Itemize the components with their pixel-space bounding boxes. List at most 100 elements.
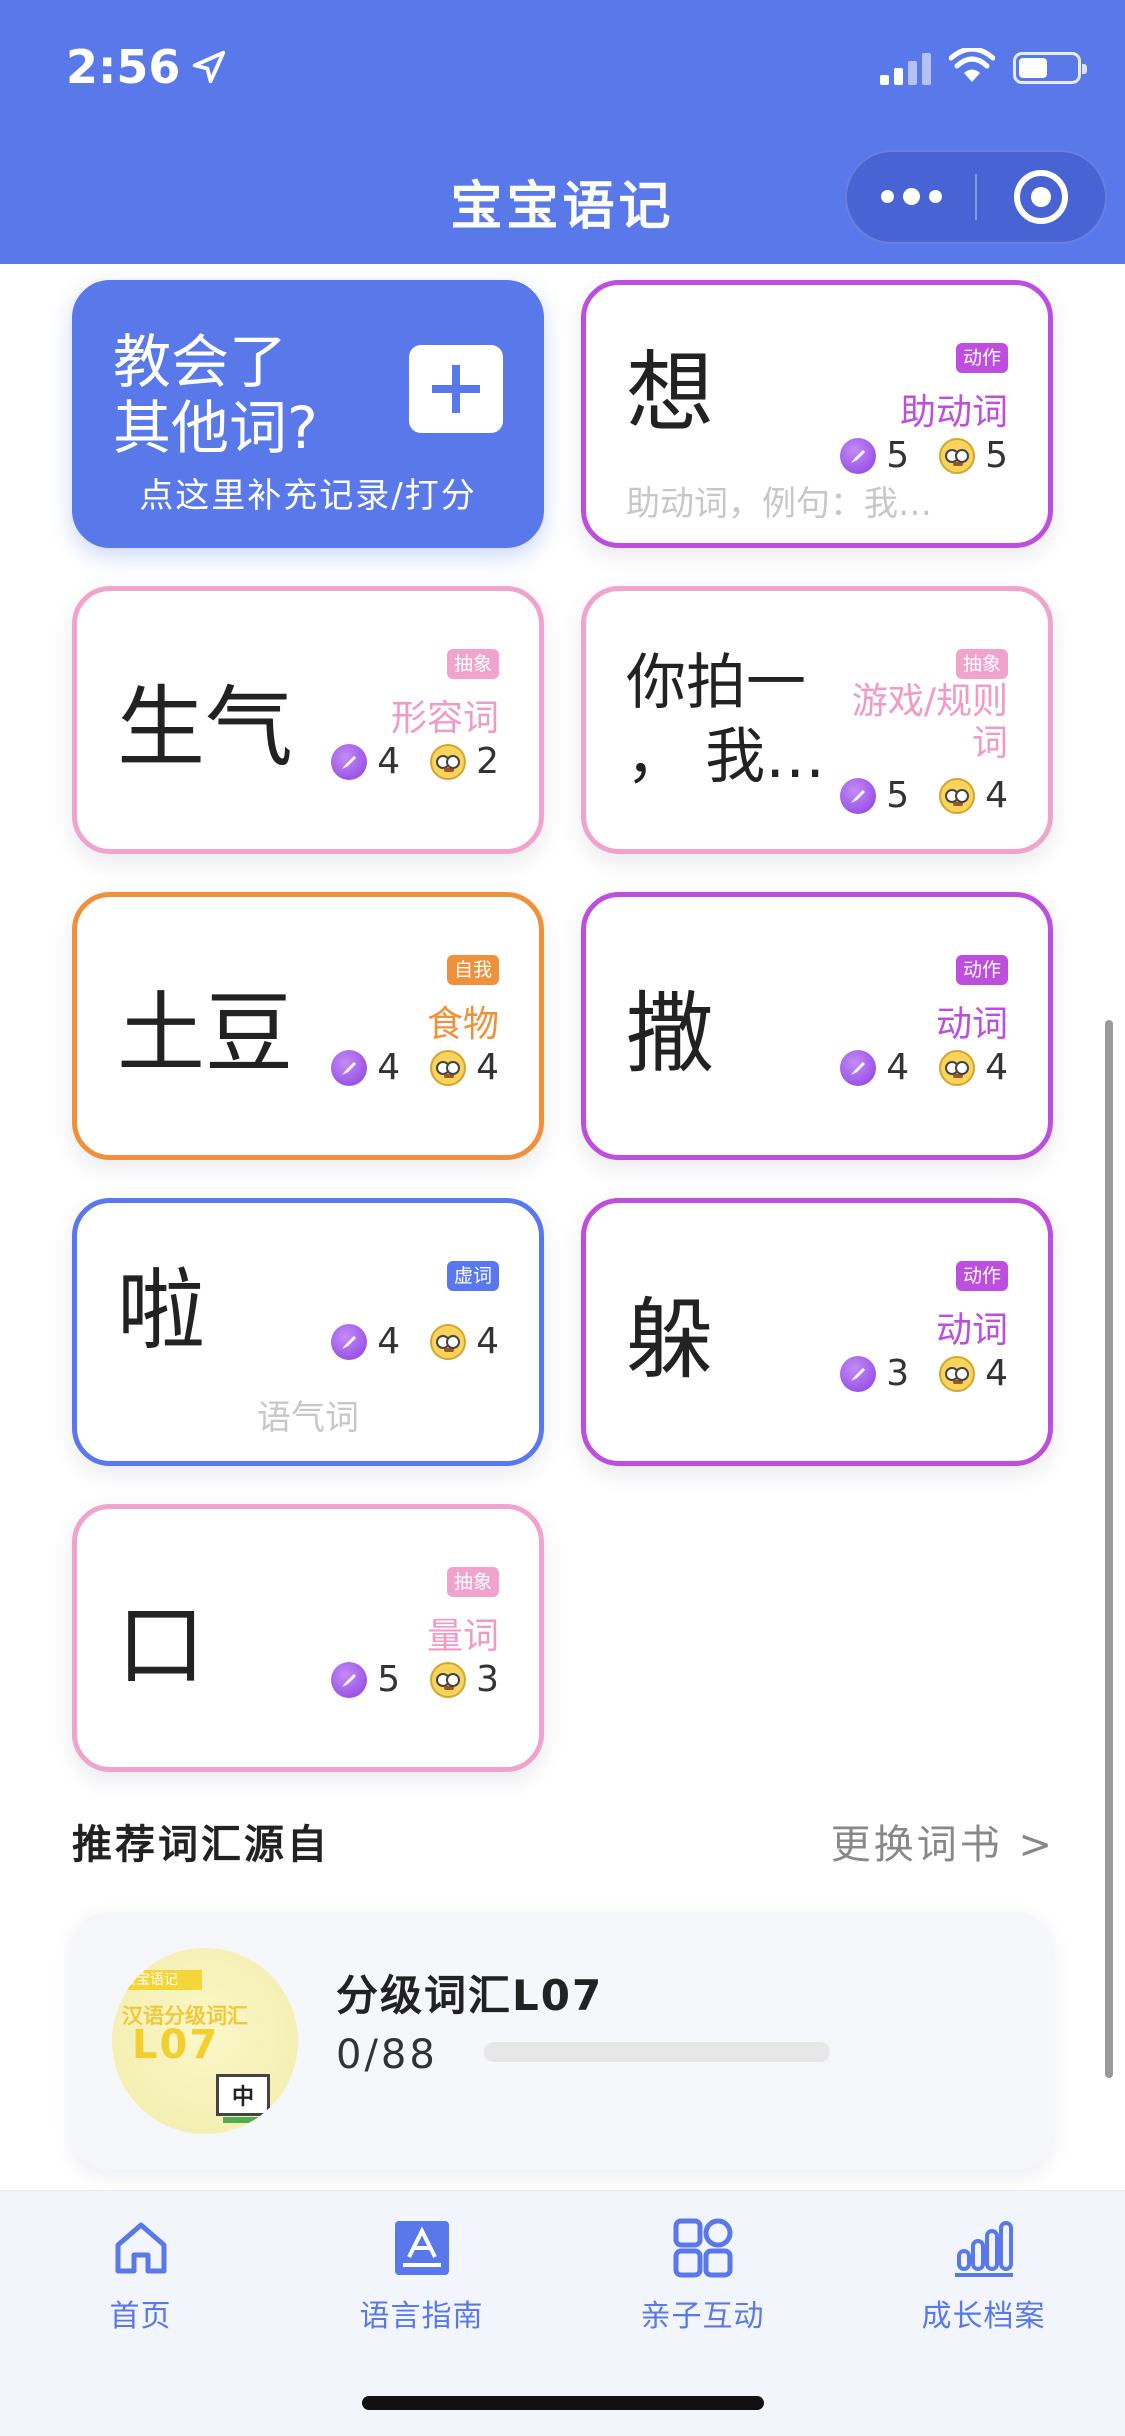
word-text: 躲 (626, 1287, 715, 1391)
pen-icon (840, 777, 877, 814)
word-scores: 4 2 (331, 741, 499, 782)
word-card[interactable]: 啦 虚词 4 4 语气词 (72, 1198, 544, 1466)
battery-icon (1013, 52, 1087, 84)
emoji-face-icon (430, 743, 467, 780)
score-a: 4 (377, 1321, 401, 1362)
emoji-face-icon (939, 1049, 976, 1086)
emoji-face-icon (430, 1323, 467, 1360)
word-text: 口 (117, 1593, 206, 1697)
word-text: 土豆 (117, 981, 294, 1085)
add-word-card[interactable]: 教会了 其他词? 点这里补充记录/打分 (72, 280, 544, 548)
add-card-title: 教会了 其他词? (113, 328, 318, 462)
word-scores: 4 4 (840, 1047, 1008, 1088)
emoji-face-icon (430, 1661, 467, 1698)
location-arrow-icon (193, 50, 226, 84)
category-tag: 抽象 (446, 1567, 499, 1597)
score-b: 4 (985, 1353, 1008, 1394)
score-a: 4 (886, 1047, 910, 1088)
category-tag: 自我 (446, 955, 499, 985)
word-category: 形容词 (390, 698, 499, 739)
pen-icon (331, 743, 368, 780)
word-scores: 4 4 (331, 1047, 499, 1088)
pen-icon (840, 1355, 877, 1392)
score-a: 5 (377, 1659, 401, 1700)
word-scores: 4 4 (331, 1321, 499, 1362)
emoji-face-icon (939, 437, 976, 474)
word-card[interactable]: 口 抽象 量词 5 3 (72, 1504, 544, 1772)
book-name: 分级词汇L07 (336, 1971, 604, 2020)
score-b: 5 (985, 435, 1008, 476)
book-progress-bar (484, 2042, 830, 2062)
scrollbar[interactable] (1105, 1020, 1113, 2078)
status-icons (880, 46, 1087, 88)
more-menu-button[interactable] (847, 187, 975, 205)
score-a: 3 (886, 1353, 910, 1394)
tab-language-guide[interactable]: 语言指南 (281, 2215, 562, 2335)
category-tag: 动作 (955, 955, 1008, 985)
tab-parent-child[interactable]: 亲子互动 (562, 2215, 843, 2335)
wifi-icon (948, 46, 996, 88)
word-note: 语气词 (257, 1398, 359, 1438)
time-text: 2:56 (66, 40, 181, 94)
word-card[interactable]: 想 动作 助动词 5 5 助动词，例句：我… (581, 280, 1053, 548)
category-tag: 虚词 (446, 1261, 499, 1291)
category-tag: 抽象 (446, 649, 499, 679)
app-header: 2:56 宝宝语记 (0, 0, 1125, 264)
word-card[interactable]: 撒 动作 动词 4 4 (581, 892, 1053, 1160)
word-scores: 5 4 (840, 775, 1008, 816)
emoji-face-icon (939, 1355, 976, 1392)
score-a: 5 (886, 775, 910, 816)
word-text: 啦 (117, 1258, 206, 1362)
book-cover-image: 宝宝语记 汉语分级词汇 L07 中 (112, 1948, 298, 2134)
status-time: 2:56 (66, 40, 228, 94)
word-category: 量词 (426, 1616, 499, 1657)
score-b: 4 (985, 1047, 1008, 1088)
tab-label: 亲子互动 (640, 2299, 765, 2334)
word-scores: 3 4 (840, 1353, 1008, 1394)
home-icon (115, 2222, 166, 2274)
signal-icon (880, 51, 931, 85)
book-progress-text: 0/88 (336, 2032, 438, 2078)
emoji-face-icon (430, 1049, 467, 1086)
close-miniprogram-button[interactable] (977, 170, 1105, 224)
tab-label: 成长档案 (921, 2299, 1046, 2334)
book-card[interactable]: 宝宝语记 汉语分级词汇 L07 中 分级词汇L07 0/88 (72, 1912, 1052, 2170)
word-scores: 5 5 (840, 435, 1008, 476)
recommend-title: 推荐词汇源自 (72, 1822, 330, 1868)
bar-chart-icon (954, 2221, 1013, 2277)
score-b: 2 (476, 741, 499, 782)
tab-home[interactable]: 首页 (0, 2215, 281, 2335)
score-b: 4 (476, 1321, 499, 1362)
tab-label: 首页 (109, 2299, 172, 2334)
category-tag: 动作 (955, 343, 1008, 373)
score-b: 4 (985, 775, 1008, 816)
word-text: 撒 (626, 981, 715, 1085)
word-card[interactable]: 躲 动作 动词 3 4 (581, 1198, 1053, 1466)
target-icon (1013, 170, 1068, 224)
word-card[interactable]: 土豆 自我 食物 4 4 (72, 892, 544, 1160)
score-a: 4 (377, 741, 401, 782)
word-category: 食物 (426, 1004, 499, 1045)
word-note: 助动词，例句：我… (626, 484, 932, 524)
word-card[interactable]: 生气 抽象 形容词 4 2 (72, 586, 544, 854)
plus-button[interactable] (409, 345, 503, 433)
score-b: 4 (476, 1047, 499, 1088)
word-card[interactable]: 你拍一， 我… 抽象 游戏/规则词 5 4 (581, 586, 1053, 854)
pen-icon (840, 1049, 877, 1086)
miniprogram-capsule (845, 150, 1107, 244)
word-category: 游戏/规则词 (851, 681, 1008, 764)
change-book-link[interactable]: 更换词书 > (831, 1812, 1055, 1870)
pen-icon (331, 1661, 368, 1698)
word-text: 生气 (117, 675, 294, 779)
category-tag: 抽象 (955, 649, 1008, 679)
add-card-subtitle: 点这里补充记录/打分 (139, 476, 477, 516)
word-text: 你拍一， 我… (626, 648, 826, 792)
word-text: 想 (626, 340, 715, 444)
score-a: 4 (377, 1047, 401, 1088)
word-category: 助动词 (899, 392, 1008, 433)
pen-icon (840, 437, 877, 474)
word-category: 动词 (935, 1004, 1008, 1045)
score-a: 5 (886, 435, 910, 476)
emoji-face-icon (939, 777, 976, 814)
tab-growth-record[interactable]: 成长档案 (843, 2215, 1124, 2335)
